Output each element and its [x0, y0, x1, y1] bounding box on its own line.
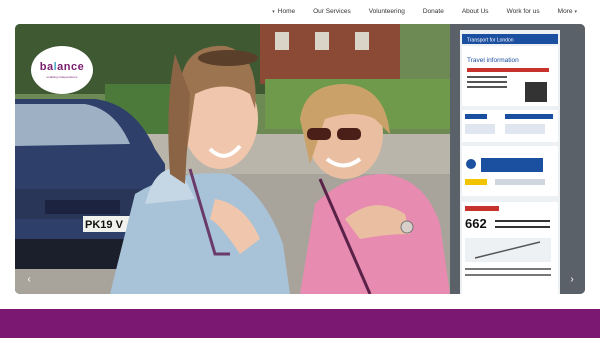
chevron-down-icon: ▾ — [272, 8, 275, 15]
nav-item-label: More — [557, 8, 573, 15]
brand-color-band — [0, 309, 600, 338]
chevron-right-icon: › — [570, 273, 574, 285]
car-plate-text: PK19 V — [85, 219, 124, 231]
nav-list: ▾ Home Our Services Volunteering Donate … — [263, 8, 586, 15]
sign-bus-number: 662 — [465, 216, 487, 231]
nav-item-volunteering[interactable]: Volunteering — [360, 8, 414, 15]
sign-header-text: Transport for London — [467, 38, 514, 44]
nav-item-label: Work for us — [506, 8, 540, 15]
slider-next-button[interactable]: › — [565, 272, 579, 286]
balance-logo[interactable]: balance enabling independence — [31, 46, 93, 94]
top-navigation: ▾ Home Our Services Volunteering Donate … — [0, 0, 600, 24]
nav-item-donate[interactable]: Donate — [414, 8, 453, 15]
nav-item-home[interactable]: ▾ Home — [263, 8, 304, 15]
hero-image: PK19 V Transport for London Travel infor… — [15, 24, 585, 294]
slider-prev-button[interactable]: ‹ — [22, 272, 36, 286]
chevron-down-icon: ▾ — [574, 8, 577, 15]
nav-item-label: Donate — [422, 8, 444, 15]
nav-item-about-us[interactable]: About Us — [453, 8, 498, 15]
logo-tagline: enabling independence — [46, 74, 78, 79]
logo-wordmark: balance — [39, 60, 85, 73]
nav-item-label: Our Services — [313, 8, 351, 15]
hero-slider: PK19 V Transport for London Travel infor… — [15, 24, 585, 294]
nav-item-label: Volunteering — [368, 8, 405, 15]
nav-item-label: Home — [277, 8, 296, 15]
nav-item-more[interactable]: More ▾ — [549, 8, 586, 15]
chevron-left-icon: ‹ — [27, 273, 31, 285]
nav-item-our-services[interactable]: Our Services — [304, 8, 360, 15]
sign-title-text: Travel information — [467, 57, 519, 64]
nav-item-work-for-us[interactable]: Work for us — [498, 8, 549, 15]
nav-item-label: About Us — [461, 8, 489, 15]
